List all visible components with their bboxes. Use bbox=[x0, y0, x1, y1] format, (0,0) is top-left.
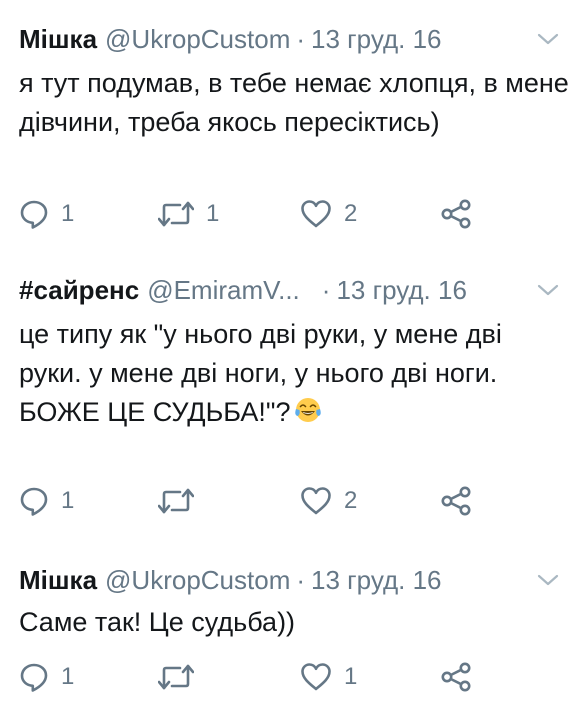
reply-count: 1 bbox=[61, 487, 75, 514]
like-count: 1 bbox=[344, 663, 358, 690]
separator-dot: · bbox=[296, 24, 306, 54]
tweet-header: Мішка @UkropCustom · 13 груд. 16 bbox=[19, 563, 442, 597]
reply-count: 1 bbox=[61, 663, 75, 690]
reply-icon bbox=[19, 662, 49, 692]
retweet-icon bbox=[158, 201, 194, 227]
reply-count: 1 bbox=[61, 200, 75, 227]
heart-icon bbox=[300, 662, 332, 692]
chevron-down-icon[interactable] bbox=[537, 30, 559, 48]
author-handle[interactable]: @EmiramV... bbox=[147, 275, 300, 305]
retweet-button[interactable] bbox=[158, 659, 206, 695]
reply-button[interactable]: 1 bbox=[19, 483, 74, 519]
tweet-header: Мішка @UkropCustom · 13 груд. 16 bbox=[19, 22, 442, 56]
share-button[interactable] bbox=[440, 659, 474, 695]
share-icon bbox=[440, 486, 474, 516]
tweet-text: я тут подумав, в тебе немає хлопця, в ме… bbox=[19, 68, 577, 137]
tweet-date[interactable]: 13 груд. 16 bbox=[336, 275, 466, 305]
author-handle[interactable]: @UkropCustom bbox=[105, 565, 290, 595]
share-button[interactable] bbox=[440, 483, 474, 519]
retweet-button[interactable] bbox=[158, 483, 206, 519]
chevron-down-icon[interactable] bbox=[537, 281, 559, 299]
author-name[interactable]: Мішка bbox=[19, 565, 97, 595]
chevron-down-icon[interactable] bbox=[537, 571, 559, 589]
like-button[interactable]: 2 bbox=[300, 483, 357, 519]
like-button[interactable]: 2 bbox=[300, 196, 357, 232]
tweet-actions: 1 1 2 bbox=[0, 196, 583, 232]
reply-button[interactable]: 1 bbox=[19, 659, 74, 695]
tweet-1[interactable]: Мішка @UkropCustom · 13 груд. 16 я тут поду… bbox=[0, 22, 583, 242]
like-button[interactable]: 1 bbox=[300, 659, 357, 695]
author-name[interactable]: Мішка bbox=[19, 24, 97, 54]
reply-icon bbox=[19, 486, 49, 516]
tweet-actions: 1 1 bbox=[0, 659, 583, 695]
separator-dot: · bbox=[296, 565, 306, 595]
author-handle[interactable]: @UkropCustom bbox=[105, 24, 290, 54]
share-icon bbox=[440, 662, 474, 692]
like-count: 2 bbox=[344, 200, 358, 227]
separator-dot: · bbox=[321, 275, 331, 305]
author-name[interactable]: #сайренс bbox=[19, 275, 139, 305]
retweet-icon bbox=[158, 664, 194, 690]
retweet-icon bbox=[158, 488, 194, 514]
like-count: 2 bbox=[344, 487, 358, 514]
tweet-date[interactable]: 13 груд. 16 bbox=[311, 565, 441, 595]
retweet-count: 1 bbox=[206, 200, 220, 227]
tweet-header: #сайренс @EmiramV... · 13 груд. 16 bbox=[19, 273, 467, 307]
retweet-button[interactable]: 1 bbox=[158, 196, 219, 232]
tweet-thread: { "tweets": [ { "name": "Мішка", "handle… bbox=[0, 0, 583, 720]
tweet-actions: 1 2 bbox=[0, 483, 583, 519]
tweet-text: Саме так! Це судьба)) bbox=[19, 607, 296, 637]
tweet-3[interactable]: Мішка @UkropCustom · 13 груд. 16 Саме так! … bbox=[0, 563, 583, 713]
heart-icon bbox=[300, 486, 332, 516]
tears-of-joy-emoji bbox=[293, 395, 323, 436]
share-icon bbox=[440, 199, 474, 229]
tweet-date[interactable]: 13 груд. 16 bbox=[311, 24, 441, 54]
tweet-text-container: це типу як "у нього дві руки, у мене дві… bbox=[19, 315, 569, 436]
share-button[interactable] bbox=[440, 196, 474, 232]
tears-of-joy-icon bbox=[294, 398, 321, 422]
reply-icon bbox=[19, 199, 49, 229]
reply-button[interactable]: 1 bbox=[19, 196, 74, 232]
heart-icon bbox=[300, 199, 332, 229]
tweet-2[interactable]: #сайренс @EmiramV... · 13 груд. 16 це типу … bbox=[0, 273, 583, 533]
tweet-text: це типу як "у нього дві руки, у мене дві… bbox=[19, 319, 510, 427]
